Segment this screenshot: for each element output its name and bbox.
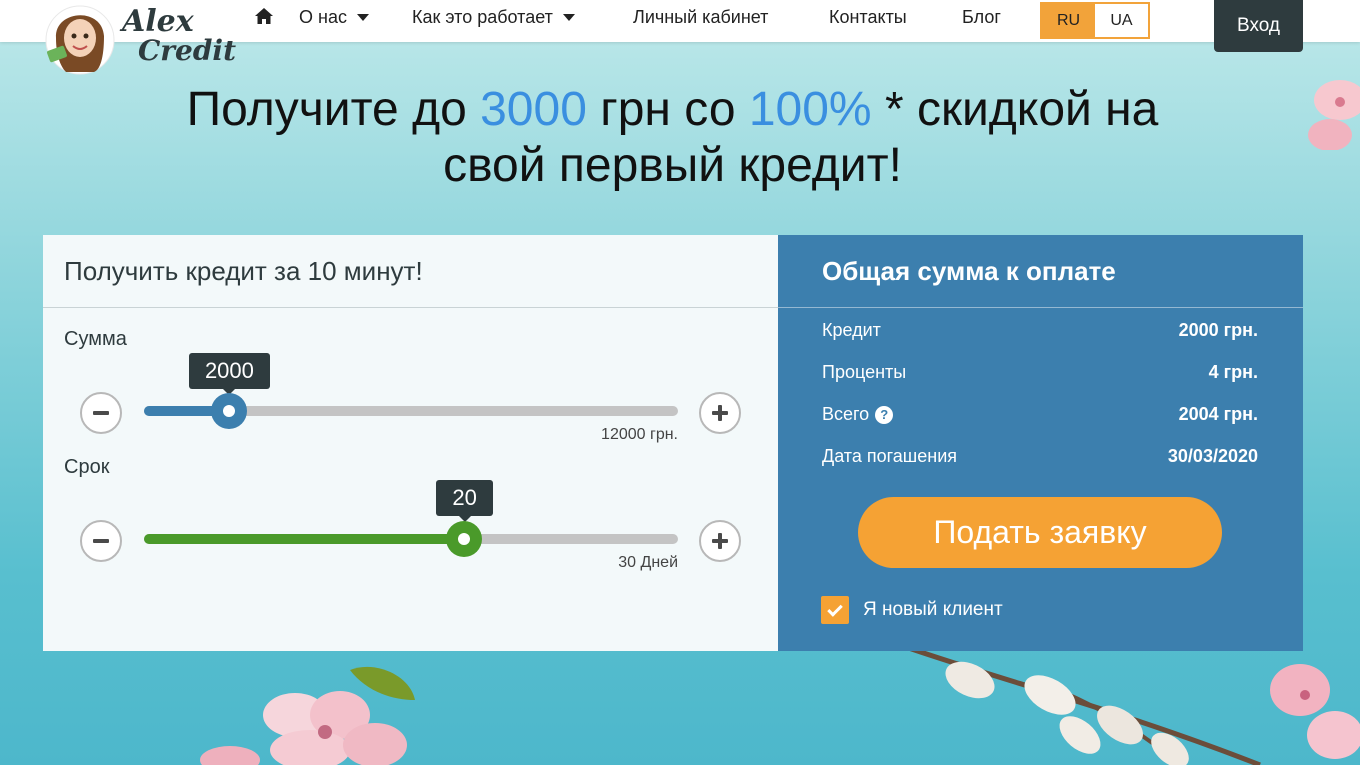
nav-personal-cabinet[interactable]: Личный кабинет [633,7,768,28]
nav-about[interactable]: О нас [299,7,369,28]
summary-row-value: 2000 грн. [1178,320,1258,340]
nav-how-it-works[interactable]: Как это работает [412,7,575,28]
summary-row-value: 30/03/2020 [1167,446,1258,466]
calculator-title: Получить кредит за 10 минут! [64,256,423,286]
amount-decrease-button[interactable] [80,392,122,434]
term-slider-thumb[interactable] [446,521,483,557]
nav-about-label: О нас [299,7,347,27]
payment-summary-panel: Общая сумма к оплате Кредит 2000 грн. Пр… [778,235,1303,651]
help-icon[interactable]: ? [875,405,894,424]
summary-row-total-key: Всего ? [822,404,894,425]
nav-contacts[interactable]: Контакты [829,7,907,28]
summary-row-label: Проценты [822,362,907,382]
headline-line-1: Получите до 3000 грн со 100% * скидкой н… [0,82,1345,138]
nav-blog[interactable]: Блог [962,7,1001,28]
term-label: Срок [64,456,110,478]
loan-calculator-panel: Получить кредит за 10 минут! Сумма 2000 … [43,235,778,651]
minus-icon [93,539,109,543]
blossom-decoration-bottom-left [200,666,415,765]
willow-branch-decoration [899,642,1360,765]
summary-row-label: Дата погашения [822,446,957,466]
nav-contacts-label: Контакты [829,7,907,27]
nav-home[interactable] [254,7,274,25]
slider-thumb-dot [223,405,236,417]
minus-icon [93,411,109,415]
nav-personal-cabinet-label: Личный кабинет [633,7,769,27]
summary-title: Общая сумма к оплате [822,256,1116,286]
term-value-tooltip: 20 [436,480,493,522]
plus-icon [712,405,728,421]
headline-text-2: грн со [586,83,749,136]
chevron-down-icon [562,14,575,21]
chevron-down-icon [356,14,369,21]
summary-row-repayment-date: Дата погашения 30/03/2020 [822,446,1258,470]
amount-max-label: 12000 грн. [601,426,678,443]
new-client-checkbox[interactable] [821,596,849,624]
summary-row-label: Всего [822,404,870,424]
login-button[interactable]: Вход [1214,0,1303,52]
summary-row-credit: Кредит 2000 грн. [822,320,1258,344]
term-increase-button[interactable] [699,520,741,562]
headline-text-1: Получите до [186,83,481,136]
headline-accent-amount: 3000 [480,83,587,136]
nav-blog-label: Блог [962,7,1001,27]
home-icon [255,8,273,24]
amount-label: Сумма [64,328,127,350]
calculator-divider [43,307,778,308]
plus-icon [712,533,728,549]
summary-row-value: 4 грн. [1208,362,1258,382]
slider-thumb-dot [458,533,471,545]
amount-increase-button[interactable] [699,392,741,434]
checkmark-icon [827,600,843,617]
term-slider-fill [144,534,465,544]
summary-row-interest: Проценты 4 грн. [822,362,1258,386]
logo-text-credit: Credit [138,34,236,67]
page-headline: Получите до 3000 грн со 100% * скидкой н… [0,82,1345,194]
alexcredit-logo[interactable]: Alex Credit [42,0,236,78]
term-slider-track[interactable] [144,534,678,544]
summary-divider [778,307,1303,308]
summary-row-total: Всего ? 2004 грн. [822,404,1258,428]
summary-row-value: 2004 грн. [1178,404,1258,424]
headline-line-2: свой первый кредит! [443,139,902,192]
term-decrease-button[interactable] [80,520,122,562]
amount-slider-thumb[interactable] [211,393,248,429]
submit-application-button[interactable]: Подать заявку [858,497,1222,568]
summary-row-label: Кредит [822,320,881,340]
amount-value-tooltip: 2000 [188,353,270,395]
nav-how-it-works-label: Как это работает [412,7,553,27]
language-ru-button[interactable]: RU [1042,4,1095,37]
headline-accent-discount: 100% [748,83,872,136]
term-max-label: 30 Дней [618,554,678,571]
headline-text-3: * скидкой на [871,83,1159,136]
language-ua-button[interactable]: UA [1095,4,1148,37]
new-client-label[interactable]: Я новый клиент [863,599,1003,621]
language-switcher: RU UA [1040,2,1150,39]
